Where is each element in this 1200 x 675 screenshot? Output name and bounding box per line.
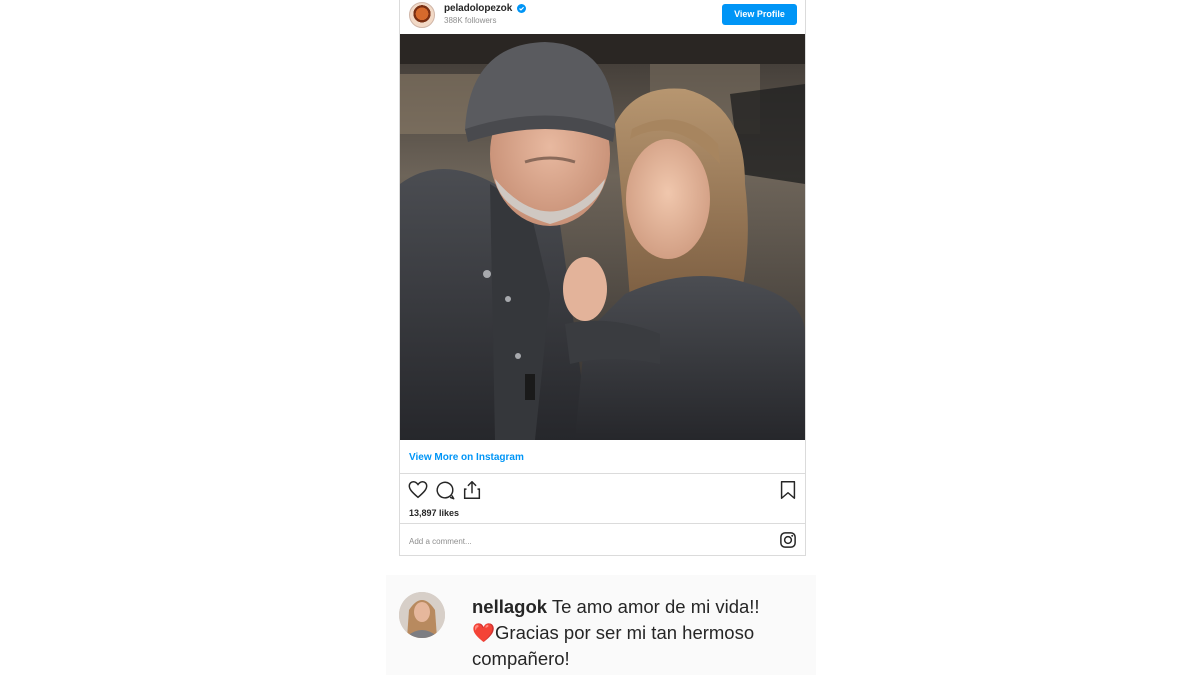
embed-header: peladolopezok 388K followers View Profil… [400, 0, 805, 34]
view-profile-button[interactable]: View Profile [722, 4, 797, 25]
profile-followers: 388K followers [444, 16, 497, 25]
heart-outline-icon[interactable] [407, 479, 429, 501]
bookmark-icon[interactable] [777, 479, 799, 501]
comment-avatar[interactable] [399, 592, 445, 638]
verified-badge-icon [517, 4, 526, 13]
divider [400, 523, 805, 524]
add-comment-field[interactable]: Add a comment... [409, 537, 472, 546]
likes-count[interactable]: 13,897 likes [409, 508, 459, 518]
post-photo[interactable] [400, 34, 805, 440]
comment-message-continued: Gracias por ser mi tan hermoso compañero… [472, 622, 755, 669]
profile-avatar[interactable] [409, 2, 435, 28]
instagram-glyph-icon[interactable] [779, 531, 797, 549]
action-bar [400, 479, 805, 503]
selfie-photo-image [400, 34, 805, 440]
comment-text: nellagok Te amo amor de mi vida!! ❤️Grac… [472, 594, 812, 672]
comment-message: Te amo amor de mi vida!! [551, 596, 760, 617]
comment-bubble-icon[interactable] [434, 479, 456, 501]
profile-username[interactable]: peladolopezok [444, 3, 512, 14]
comment-block: nellagok Te amo amor de mi vida!! ❤️Grac… [386, 575, 816, 675]
page: peladolopezok 388K followers View Profil… [0, 0, 1200, 675]
avatar-photo-image [399, 592, 445, 638]
view-more-on-instagram-link[interactable]: View More on Instagram [409, 452, 524, 463]
divider [400, 473, 805, 474]
comment-username[interactable]: nellagok [472, 596, 547, 617]
instagram-embed-card: peladolopezok 388K followers View Profil… [399, 0, 806, 556]
red-heart-icon: ❤️ [472, 622, 496, 643]
share-icon[interactable] [461, 479, 483, 501]
